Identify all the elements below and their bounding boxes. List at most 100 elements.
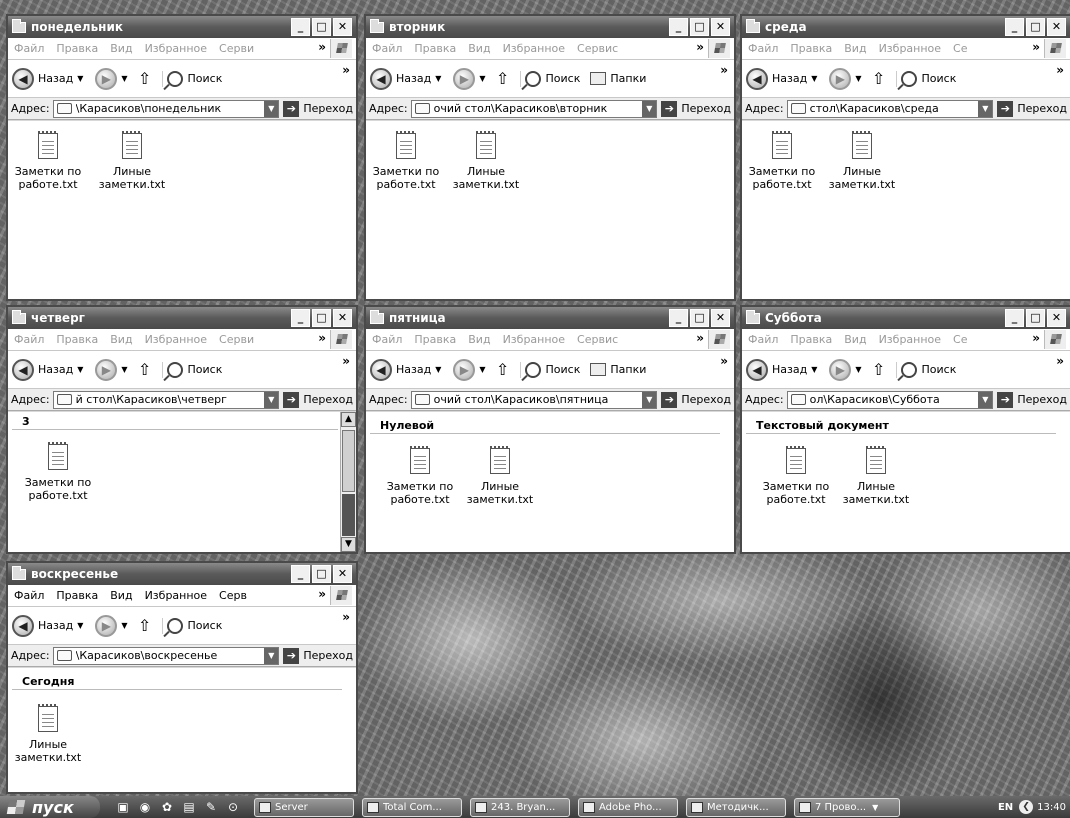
forward-button[interactable]: ▶: [453, 67, 476, 90]
search-button[interactable]: Поиск: [895, 361, 956, 378]
back-dropdown-icon[interactable]: ▼: [435, 74, 441, 83]
file-item[interactable]: Заметки по работе.txt: [380, 446, 460, 506]
search-button[interactable]: Поиск: [161, 361, 222, 378]
forward-button[interactable]: ▶: [453, 358, 476, 381]
menu-view[interactable]: Вид: [468, 42, 490, 55]
title-bar[interactable]: пятница _ □ ✕: [366, 307, 734, 329]
scroll-up-arrow-icon[interactable]: ▲: [341, 412, 356, 427]
up-folder-icon[interactable]: ⇧: [870, 69, 888, 89]
up-folder-icon[interactable]: ⇧: [136, 69, 154, 89]
search-button[interactable]: Поиск: [161, 617, 222, 634]
menu-file[interactable]: Файл: [14, 589, 44, 602]
search-button[interactable]: Поиск: [519, 70, 580, 87]
explorer-window-thursday[interactable]: четверг _ □ ✕ Файл Правка Вид Избранное …: [6, 305, 358, 554]
menu-favorites[interactable]: Избранное: [145, 333, 207, 346]
maximize-button[interactable]: □: [312, 309, 331, 327]
forward-button[interactable]: ▶: [95, 67, 118, 90]
back-dropdown-icon[interactable]: ▼: [77, 365, 83, 374]
address-field[interactable]: стол\Карасиков\среда ▼: [786, 99, 994, 118]
toolbar-more-chevron[interactable]: »: [720, 354, 728, 368]
forward-dropdown-icon[interactable]: ▼: [855, 365, 861, 374]
minimize-button[interactable]: _: [1005, 18, 1024, 36]
title-bar[interactable]: среда _ □ ✕: [742, 16, 1070, 38]
file-item[interactable]: Линые заметки.txt: [460, 446, 540, 506]
menu-service[interactable]: Се: [953, 333, 967, 346]
menu-favorites[interactable]: Избранное: [503, 333, 565, 346]
address-field[interactable]: \Карасиков\воскресенье ▼: [52, 646, 280, 665]
title-bar[interactable]: вторник _ □ ✕: [366, 16, 734, 38]
maximize-button[interactable]: □: [1026, 18, 1045, 36]
menu-file[interactable]: Файл: [748, 333, 778, 346]
tool-icon[interactable]: ✎: [203, 799, 219, 815]
tray-expand-icon[interactable]: ❮: [1019, 800, 1034, 814]
forward-dropdown-icon[interactable]: ▼: [121, 74, 127, 83]
menu-more-chevron[interactable]: »: [318, 587, 326, 601]
menu-edit[interactable]: Правка: [790, 333, 832, 346]
address-field[interactable]: ол\Карасиков\Суббота ▼: [786, 390, 994, 409]
play-icon[interactable]: ⊙: [225, 799, 241, 815]
forward-button[interactable]: ▶: [95, 614, 118, 637]
go-button[interactable]: ➔ Переход: [661, 391, 731, 408]
close-button[interactable]: ✕: [1047, 309, 1066, 327]
menu-service[interactable]: Серви: [219, 333, 254, 346]
toolbar-more-chevron[interactable]: »: [342, 63, 350, 77]
menu-more-chevron[interactable]: »: [318, 40, 326, 54]
menu-file[interactable]: Файл: [372, 42, 402, 55]
toolbar-more-chevron[interactable]: »: [1056, 63, 1064, 77]
back-button[interactable]: ◀ Назад ▼: [370, 358, 447, 381]
explorer-window-saturday[interactable]: Суббота _ □ ✕ Файл Правка Вид Избранное …: [740, 305, 1070, 554]
go-button[interactable]: ➔ Переход: [283, 100, 353, 117]
back-button[interactable]: ◀ Назад ▼: [746, 67, 823, 90]
taskbar-button-server[interactable]: Server: [254, 797, 354, 817]
menu-edit[interactable]: Правка: [414, 42, 456, 55]
maximize-button[interactable]: □: [690, 309, 709, 327]
up-folder-icon[interactable]: ⇧: [494, 360, 512, 380]
scrollbar-thumb[interactable]: [342, 430, 355, 492]
address-field[interactable]: очий стол\Карасиков\вторник ▼: [410, 99, 658, 118]
back-dropdown-icon[interactable]: ▼: [811, 365, 817, 374]
file-item[interactable]: Заметки по работе.txt: [366, 131, 446, 191]
minimize-button[interactable]: _: [291, 309, 310, 327]
explorer-window-sunday[interactable]: воскресенье _ □ ✕ Файл Правка Вид Избран…: [6, 561, 358, 794]
toolbar-more-chevron[interactable]: »: [342, 610, 350, 624]
file-item[interactable]: Заметки по работе.txt: [18, 442, 98, 502]
menu-edit[interactable]: Правка: [56, 333, 98, 346]
menu-view[interactable]: Вид: [110, 42, 132, 55]
explorer-window-monday[interactable]: понедельник _ □ ✕ Файл Правка Вид Избран…: [6, 14, 358, 301]
search-button[interactable]: Поиск: [895, 70, 956, 87]
go-button[interactable]: ➔ Переход: [997, 100, 1067, 117]
go-button[interactable]: ➔ Переход: [283, 647, 353, 664]
menu-service[interactable]: Сервис: [577, 42, 618, 55]
forward-dropdown-icon[interactable]: ▼: [121, 365, 127, 374]
search-button[interactable]: Поиск: [161, 70, 222, 87]
forward-button[interactable]: ▶: [829, 67, 852, 90]
menu-file[interactable]: Файл: [748, 42, 778, 55]
forward-dropdown-icon[interactable]: ▼: [479, 74, 485, 83]
back-button[interactable]: ◀ Назад ▼: [746, 358, 823, 381]
address-dropdown-icon[interactable]: ▼: [642, 100, 657, 117]
address-field[interactable]: й стол\Карасиков\четверг ▼: [52, 390, 280, 409]
show-desktop-icon[interactable]: ▣: [115, 799, 131, 815]
explorer-window-wednesday[interactable]: среда _ □ ✕ Файл Правка Вид Избранное Се…: [740, 14, 1070, 301]
file-item[interactable]: Заметки по работе.txt: [8, 131, 88, 191]
menu-service[interactable]: Сервис: [577, 333, 618, 346]
back-dropdown-icon[interactable]: ▼: [77, 621, 83, 630]
close-button[interactable]: ✕: [711, 18, 730, 36]
minimize-button[interactable]: _: [291, 565, 310, 583]
language-indicator[interactable]: EN: [998, 802, 1013, 813]
address-field[interactable]: \Карасиков\понедельник ▼: [52, 99, 280, 118]
maximize-button[interactable]: □: [690, 18, 709, 36]
minimize-button[interactable]: _: [669, 309, 688, 327]
search-button[interactable]: Поиск: [519, 361, 580, 378]
scrollbar-track[interactable]: [342, 494, 355, 536]
close-button[interactable]: ✕: [333, 18, 352, 36]
menu-favorites[interactable]: Избранное: [879, 333, 941, 346]
address-dropdown-icon[interactable]: ▼: [642, 391, 657, 408]
menu-service[interactable]: Серви: [219, 42, 254, 55]
minimize-button[interactable]: _: [291, 18, 310, 36]
go-button[interactable]: ➔ Переход: [661, 100, 731, 117]
taskbar-button-explorer-group[interactable]: 7 Прово... ▼: [794, 797, 900, 817]
taskbar-button-photoshop[interactable]: Adobe Pho...: [578, 797, 678, 817]
minimize-button[interactable]: _: [1005, 309, 1024, 327]
back-button[interactable]: ◀ Назад ▼: [12, 614, 89, 637]
